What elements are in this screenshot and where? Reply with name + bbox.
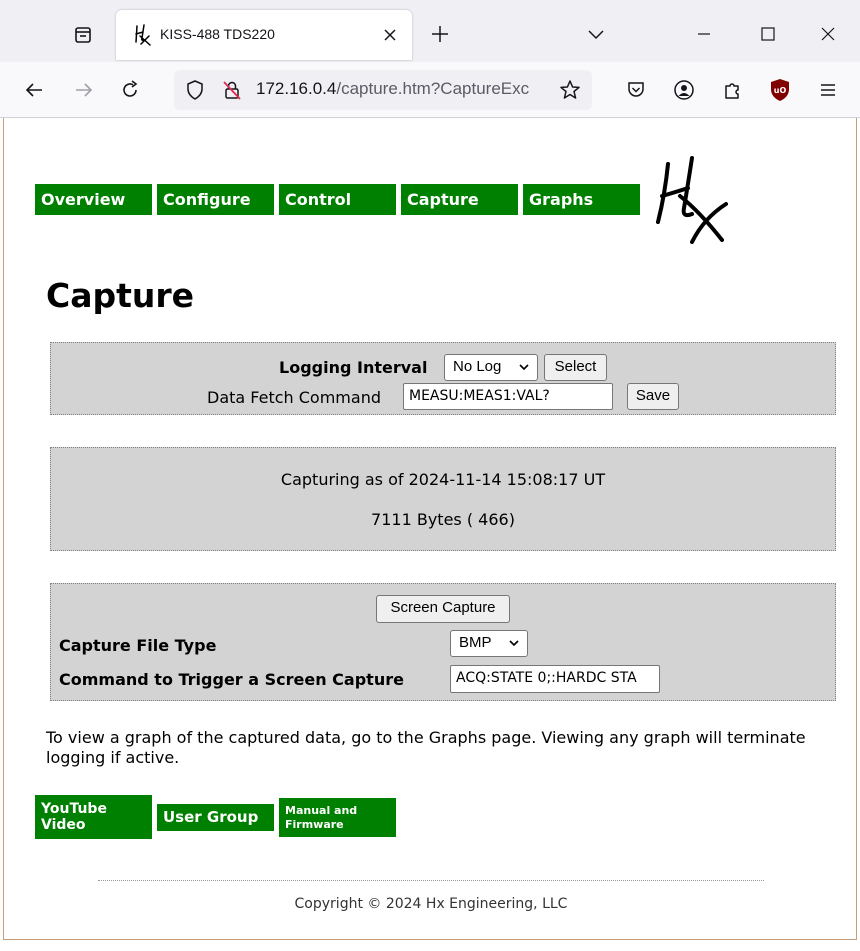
logging-interval-select[interactable]: No Log: [444, 354, 538, 381]
maximize-icon[interactable]: [756, 22, 780, 46]
bookmark-star-icon[interactable]: [558, 78, 582, 102]
url-text[interactable]: 172.16.0.4/capture.htm?CaptureExc: [256, 79, 550, 99]
new-tab-icon[interactable]: [428, 22, 452, 46]
capture-file-type-value: BMP: [459, 634, 492, 651]
svg-text:uO: uO: [774, 86, 787, 95]
nav-link-configure[interactable]: Configure: [157, 184, 274, 215]
minimize-icon[interactable]: [692, 22, 716, 46]
page-title: Capture: [46, 276, 195, 315]
back-arrow-icon[interactable]: [22, 78, 46, 102]
pocket-icon[interactable]: [624, 78, 648, 102]
graph-info-text: To view a graph of the captured data, go…: [46, 728, 806, 767]
trigger-command-label: Command to Trigger a Screen Capture: [59, 670, 404, 689]
forward-arrow-icon[interactable]: [72, 78, 96, 102]
nav-link-graphs[interactable]: Graphs: [523, 184, 640, 215]
url-host: 172.16.0.4: [256, 79, 337, 98]
nav-link-control[interactable]: Control: [279, 184, 396, 215]
active-tab[interactable]: KISS-488 TDS220: [116, 10, 412, 60]
shield-icon[interactable]: [184, 79, 206, 101]
save-button[interactable]: Save: [627, 383, 679, 410]
capture-file-type-label: Capture File Type: [59, 636, 217, 655]
close-window-icon[interactable]: [816, 22, 840, 46]
tab-list-icon[interactable]: [68, 20, 98, 50]
close-tab-icon[interactable]: [378, 23, 402, 47]
data-fetch-command-input[interactable]: MEASU:MEAS1:VAL?: [403, 383, 613, 410]
copyright-text: Copyright © 2024 Hx Engineering, LLC: [294, 896, 568, 912]
chevron-down-icon: [509, 640, 519, 647]
nav-link-overview[interactable]: Overview: [35, 184, 152, 215]
insecure-lock-icon[interactable]: [220, 78, 244, 102]
capturing-status: Capturing as of 2024-11-14 15:08:17 UT: [280, 470, 606, 489]
logging-interval-label: Logging Interval: [279, 358, 428, 377]
logging-interval-value: No Log: [453, 358, 502, 375]
footer-divider: [98, 880, 764, 881]
screen-capture-panel: Screen Capture Capture File Type BMP Com…: [50, 583, 836, 701]
ublock-origin-icon[interactable]: uO: [768, 77, 792, 103]
hamburger-menu-icon[interactable]: [816, 78, 840, 102]
youtube-video-link[interactable]: YouTube Video: [35, 795, 152, 839]
user-group-link[interactable]: User Group: [157, 804, 274, 831]
hx-logo: [652, 154, 734, 244]
data-fetch-label: Data Fetch Command: [207, 388, 381, 407]
nav-link-capture[interactable]: Capture: [401, 184, 518, 215]
hx-favicon-icon: [132, 24, 152, 46]
url-path: /capture.htm?CaptureExc: [336, 79, 530, 98]
chevron-down-icon[interactable]: [584, 22, 608, 46]
trigger-command-input[interactable]: ACQ:STATE 0;:HARDC STA: [450, 665, 660, 693]
tab-title: KISS-488 TDS220: [160, 26, 275, 42]
web-page: Overview Configure Control Capture Graph…: [3, 118, 857, 940]
bytes-count: 7111 Bytes ( 466): [371, 510, 515, 529]
browser-nav-bar: 172.16.0.4/capture.htm?CaptureExc uO: [0, 62, 860, 118]
capture-file-type-select[interactable]: BMP: [450, 630, 528, 657]
screen-capture-button[interactable]: Screen Capture: [376, 595, 510, 623]
account-icon[interactable]: [672, 78, 696, 102]
select-button[interactable]: Select: [544, 354, 607, 381]
browser-tab-bar: KISS-488 TDS220: [0, 0, 860, 62]
logging-panel: Logging Interval No Log Select Data Fetc…: [50, 342, 836, 415]
chevron-down-icon: [519, 364, 529, 371]
manual-firmware-link[interactable]: Manual and Firmware: [279, 798, 396, 837]
extensions-icon[interactable]: [720, 78, 744, 102]
url-bar[interactable]: 172.16.0.4/capture.htm?CaptureExc: [174, 70, 592, 110]
reload-icon[interactable]: [118, 78, 142, 102]
capture-status-panel: Capturing as of 2024-11-14 15:08:17 UT 7…: [50, 447, 836, 551]
